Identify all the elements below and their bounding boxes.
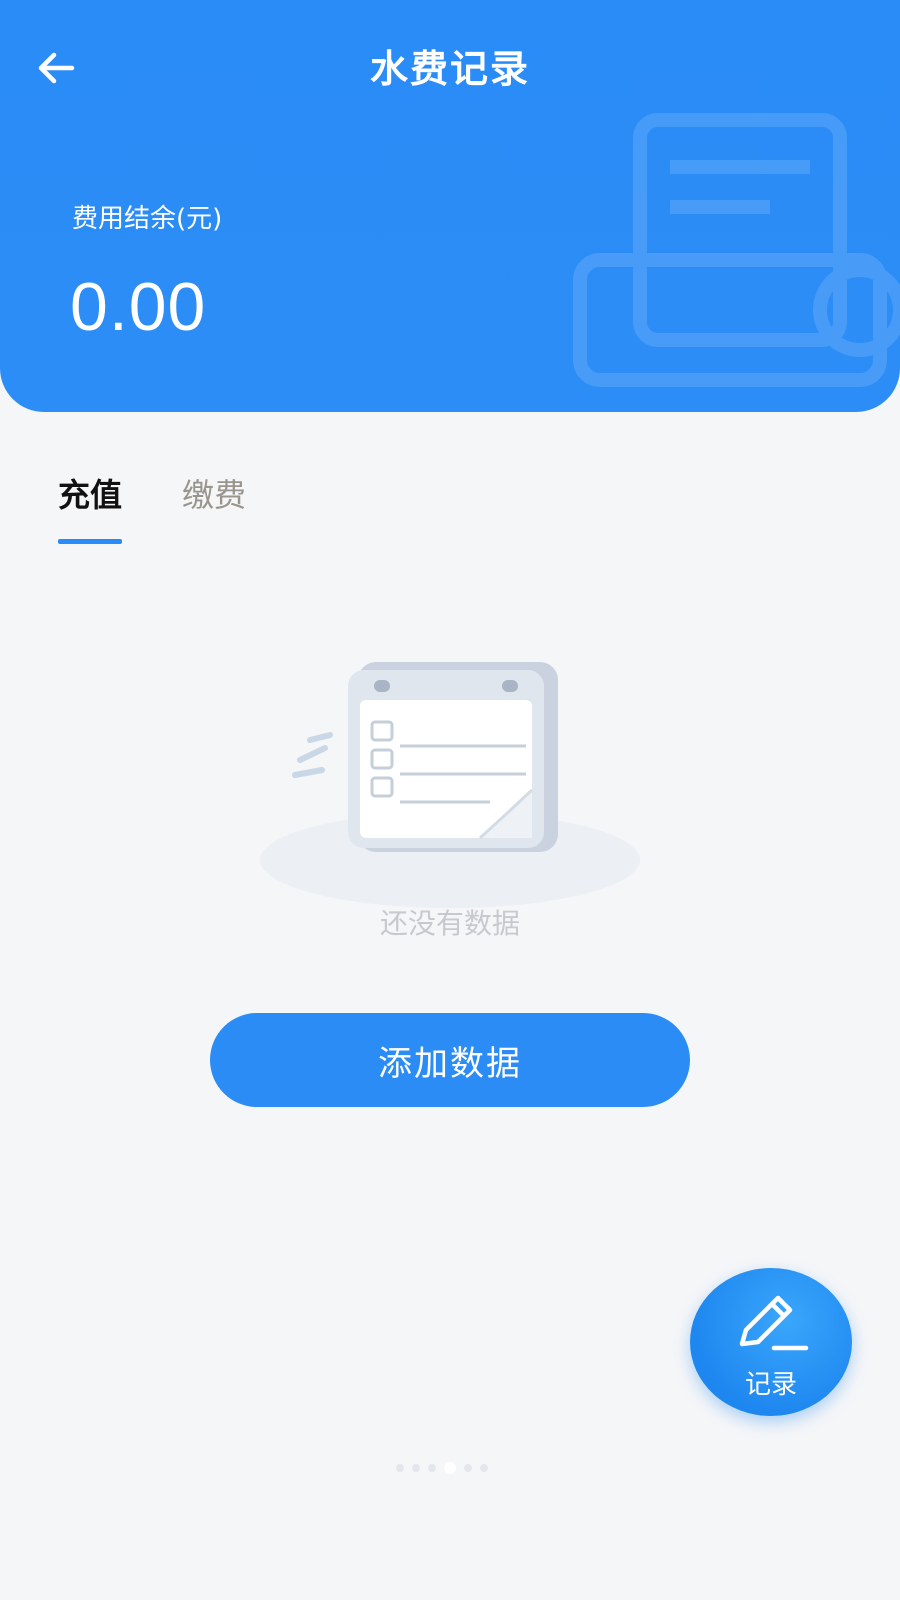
fab-label: 记录: [744, 1370, 797, 1400]
header: 水费记录 费用结余(元) 0.00: [0, 0, 900, 412]
add-data-button[interactable]: 添加数据: [210, 1013, 690, 1107]
page-dot: [396, 1464, 404, 1472]
water-fee-record-screen: 水费记录 费用结余(元) 0.00 充值 缴费 还没有数据 添加数据 记录: [0, 0, 900, 1600]
page-dot: [480, 1464, 488, 1472]
page-dot: [412, 1464, 420, 1472]
header-decoration-icon: [573, 113, 900, 387]
record-fab-button[interactable]: 记录: [690, 1268, 852, 1416]
pencil-icon: [739, 1295, 809, 1351]
balance-label: 费用结余(元): [72, 204, 223, 234]
page-dot: [428, 1464, 436, 1472]
page-indicator: [396, 1462, 488, 1474]
empty-state-text: 还没有数据: [379, 907, 520, 940]
page-dot-active: [444, 1462, 456, 1474]
page-dot: [464, 1464, 472, 1472]
empty-calendar-icon: [260, 662, 640, 908]
tab-recharge[interactable]: 充值: [58, 470, 123, 544]
tab-bar: 充值 缴费: [58, 470, 246, 544]
balance-value: 0.00: [70, 269, 207, 345]
tab-payment[interactable]: 缴费: [182, 470, 246, 544]
page-title: 水费记录: [369, 47, 530, 91]
